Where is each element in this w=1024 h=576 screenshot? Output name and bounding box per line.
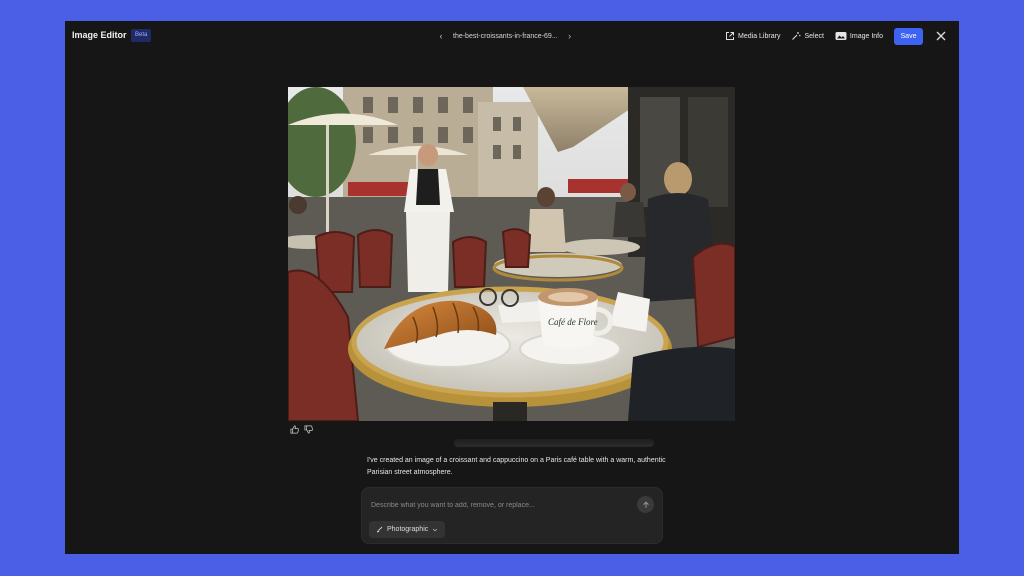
brush-icon [376, 526, 383, 533]
thumbs-up-icon[interactable] [290, 425, 299, 434]
beta-badge: Beta [131, 29, 152, 42]
app-title: Image Editor [72, 30, 127, 40]
arrow-up-icon [642, 501, 649, 508]
prompt-input[interactable] [371, 498, 626, 512]
cafe-scene-illustration: Café de Flore [288, 87, 735, 421]
select-wand-icon [792, 32, 801, 40]
image-info-icon [835, 32, 847, 40]
external-link-icon [726, 32, 735, 40]
select-label: Select [804, 32, 824, 40]
style-label: Photographic [387, 526, 429, 533]
chevron-down-icon [433, 528, 438, 531]
chevron-left-icon[interactable]: ‹ [437, 31, 445, 41]
thumbs-down-icon[interactable] [304, 425, 313, 434]
media-library-button[interactable]: Media Library [725, 31, 780, 41]
toolbar: Media Library Select Image Info Save [725, 21, 959, 51]
file-navigator: ‹ the-best-croissants-in-france-69... › [437, 29, 574, 43]
cup-logo-text: Café de Flore [548, 317, 598, 327]
image-info-label: Image Info [849, 32, 883, 40]
assistant-message: I've created an image of a croissant and… [367, 457, 666, 476]
save-button[interactable]: Save [894, 27, 923, 45]
media-library-label: Media Library [738, 32, 781, 40]
chevron-right-icon[interactable]: › [566, 31, 574, 41]
feedback-buttons [290, 425, 313, 434]
select-button[interactable]: Select [791, 31, 824, 41]
generated-image[interactable]: Café de Flore [288, 87, 735, 421]
close-icon[interactable] [935, 30, 947, 42]
send-button[interactable] [637, 496, 654, 513]
style-dropdown[interactable]: Photographic [369, 521, 446, 538]
scroll-indicator[interactable] [454, 439, 654, 447]
image-info-button[interactable]: Image Info [835, 31, 883, 41]
top-bar: Image Editor Beta ‹ the-best-croissants-… [65, 21, 959, 51]
image-editor-window: Image Editor Beta ‹ the-best-croissants-… [65, 21, 959, 554]
prompt-composer: Photographic [361, 487, 663, 544]
file-name: the-best-croissants-in-france-69... [453, 32, 558, 40]
